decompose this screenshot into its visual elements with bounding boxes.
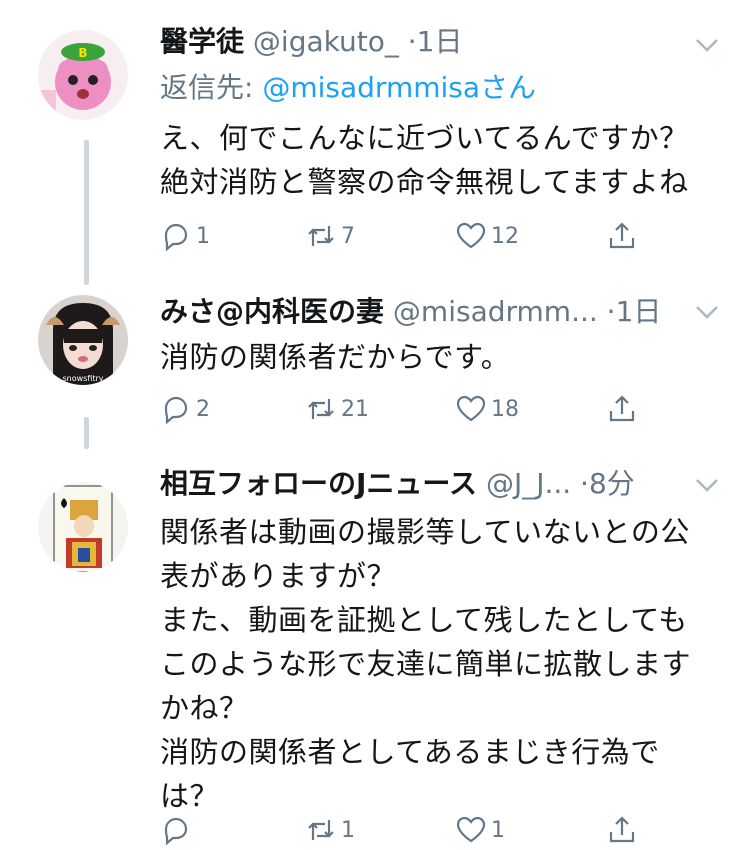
tweet-text-line: 表がありますが？ (160, 559, 397, 593)
separator-dot: · (398, 25, 417, 58)
retweet-button[interactable]: 7 (305, 216, 355, 256)
action-bar: 1 1 (160, 810, 640, 850)
like-count: 12 (491, 223, 519, 249)
retweet-count: 21 (341, 396, 369, 422)
tweet-text: 消防の関係者だからです。 (160, 335, 510, 379)
user-handle[interactable]: @misadrmm... (393, 295, 598, 328)
tweet-text-line: え、何でこんなに近づいてるんですか？ (160, 121, 689, 155)
share-button[interactable] (606, 810, 638, 850)
display-name[interactable]: 相互フォローのJニュース (160, 467, 477, 500)
share-button[interactable] (606, 389, 638, 429)
reply-suffix: さん (480, 71, 537, 104)
avatar[interactable] (38, 482, 128, 572)
action-bar: 2 21 18 (160, 389, 640, 429)
playing-card-avatar-image (38, 482, 128, 572)
share-icon (609, 395, 635, 422)
timestamp[interactable]: 1日 (417, 25, 463, 58)
tweet-text-line: このような形で友達に簡単に拡散します (160, 647, 692, 681)
tweet-text-line: また、動画を証拠として残したとしても (160, 603, 688, 637)
retweet-icon (308, 820, 334, 840)
chevron-down-icon[interactable] (692, 297, 722, 327)
tweet-text-line: 消防の関係者としてあるまじき行為で (160, 735, 660, 769)
reply-button[interactable] (160, 810, 196, 850)
user-handle[interactable]: @J_J... (486, 467, 571, 500)
timestamp[interactable]: 8分 (589, 467, 635, 500)
tweet-text-line: 絶対消防と警察の命令無視してますよね (160, 165, 689, 199)
like-icon (456, 816, 486, 843)
tweet-header: 醫学徒 @igakuto_ ·1日 (160, 22, 462, 62)
thread-line (84, 417, 89, 449)
share-icon (609, 222, 635, 249)
like-button[interactable]: 12 (455, 216, 519, 256)
retweet-icon (308, 399, 334, 419)
tweet[interactable]: B 醫学徒 @igakuto_ ·1日 返信先: @misadrmmisaさん … (0, 0, 750, 285)
retweet-icon (308, 226, 334, 246)
avatar[interactable]: B (38, 30, 128, 120)
reply-handle-link[interactable]: @misadrmmisa (262, 71, 480, 104)
tweet[interactable]: snowsfitry みさ@内科医の妻 @misadrmm... ·1日 消防の… (0, 275, 750, 450)
tweet-header: 相互フォローのJニュース @J_J... ·8分 (160, 464, 635, 504)
like-count: 18 (491, 396, 519, 422)
reply-button[interactable]: 1 (160, 216, 210, 256)
retweet-button[interactable]: 1 (305, 810, 355, 850)
thread-line (84, 140, 89, 285)
like-icon (456, 222, 486, 249)
timestamp[interactable]: 1日 (616, 295, 662, 328)
like-button[interactable]: 18 (455, 389, 519, 429)
reply-label: 返信先: (160, 71, 263, 104)
tweet-text: え、何でこんなに近づいてるんですか？ 絶対消防と警察の命令無視してますよね (160, 116, 689, 204)
action-bar: 1 7 12 (160, 216, 640, 256)
tweet-text: 関係者は動画の撮影等していないとの公 表がありますが？ また、動画を証拠として残… (160, 510, 691, 818)
photo-avatar-image: snowsfitry (38, 295, 128, 385)
cartoon-avatar-image: B (38, 30, 128, 120)
display-name[interactable]: 醫学徒 (160, 25, 244, 58)
avatar[interactable]: snowsfitry (38, 295, 128, 385)
share-button[interactable] (606, 216, 638, 256)
tweet[interactable]: 相互フォローのJニュース @J_J... ·8分 関係者は動画の撮影等していない… (0, 450, 750, 846)
user-handle[interactable]: @igakuto_ (253, 25, 399, 58)
reply-button[interactable]: 2 (160, 389, 210, 429)
tweet-text-line: 消防の関係者だからです。 (160, 340, 511, 374)
reply-count: 2 (196, 396, 210, 422)
like-icon (456, 395, 486, 422)
display-name[interactable]: みさ@内科医の妻 (160, 295, 384, 328)
like-button[interactable]: 1 (455, 810, 505, 850)
tweet-text-line: かね？ (160, 691, 249, 725)
retweet-count: 7 (341, 223, 355, 249)
reply-count: 1 (196, 223, 210, 249)
tweet-header: みさ@内科医の妻 @misadrmm... ·1日 (160, 292, 661, 332)
avatar-watermark: snowsfitry (62, 374, 103, 383)
reply-icon (164, 817, 188, 846)
reply-icon (164, 396, 188, 425)
separator-dot: · (597, 295, 616, 328)
tweet-text-line: 関係者は動画の撮影等していないとの公 (160, 515, 690, 549)
like-count: 1 (491, 817, 505, 843)
chevron-down-icon[interactable] (692, 470, 722, 500)
svg-text:B: B (78, 46, 87, 60)
chevron-down-icon[interactable] (692, 30, 722, 60)
retweet-button[interactable]: 21 (305, 389, 369, 429)
share-icon (609, 816, 635, 843)
separator-dot: · (571, 467, 589, 500)
retweet-count: 1 (341, 817, 355, 843)
reply-icon (164, 223, 188, 252)
reply-context: 返信先: @misadrmmisaさん (160, 68, 536, 108)
